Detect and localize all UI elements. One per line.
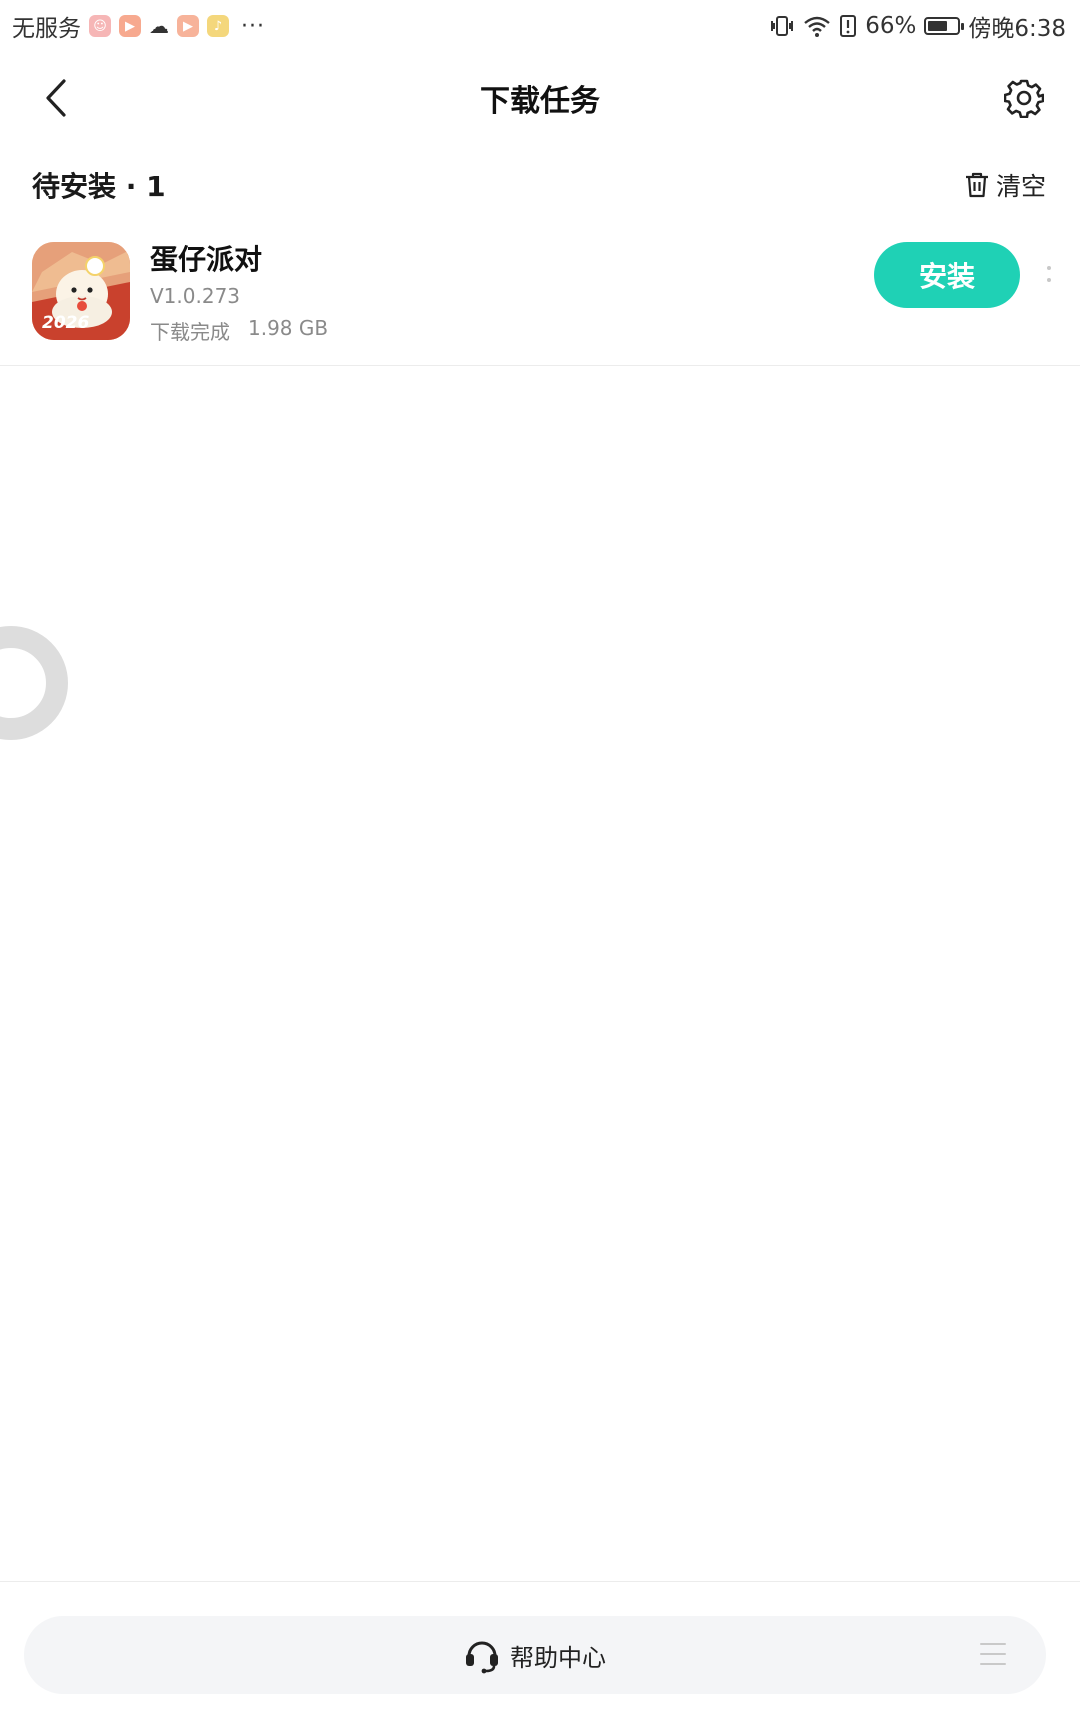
music-app-icon: ♪ (207, 15, 229, 37)
app-notification-icon: ☺ (89, 15, 111, 37)
carrier-label: 无服务 (12, 16, 81, 42)
clear-all-button[interactable]: 清空 (964, 167, 1046, 203)
list-item[interactable]: 2026 蛋仔派对 V1.0.273 下载完成 1.98 GB 安装 (0, 226, 1080, 366)
gear-icon (1004, 79, 1044, 118)
app-version: V1.0.273 (150, 284, 241, 308)
app-meta: 下载完成 1.98 GB (150, 316, 328, 345)
sim-alert-icon (840, 15, 857, 37)
battery-icon (924, 17, 965, 35)
battery-percent: 66% (865, 13, 917, 39)
section-title: 待安装 · 1 (32, 170, 166, 203)
headset-icon (466, 1641, 498, 1674)
vibrate-icon (771, 16, 794, 36)
status-bar: 无服务 ☺ ▶ ☁ ▶ ♪ ··· 66% 傍晚6:38 (0, 0, 1080, 52)
clock: 傍晚6:38 (968, 16, 1066, 42)
install-button[interactable]: 安装 (874, 242, 1020, 308)
download-status: 下载完成 (150, 320, 230, 344)
more-options-button[interactable] (1038, 252, 1060, 296)
dot (1047, 266, 1051, 270)
status-bar-right: 66% 傍晚6:38 (769, 9, 1066, 43)
help-center-label: 帮助中心 (510, 1643, 606, 1672)
pending-install-section-header: 待安装 · 1 清空 (0, 150, 1080, 220)
chevron-left-icon (46, 79, 66, 117)
divider (0, 1581, 1080, 1582)
help-center-button[interactable]: 帮助中心 (24, 1616, 1046, 1694)
app-info: 蛋仔派对 V1.0.273 下载完成 1.98 GB (150, 242, 328, 345)
clear-label: 清空 (995, 172, 1046, 201)
app-name: 蛋仔派对 (150, 243, 263, 276)
trash-icon (965, 172, 988, 198)
floating-assistant-ball[interactable] (0, 626, 68, 740)
cloud-icon: ☁ (149, 14, 169, 38)
app-icon: 2026 (32, 242, 130, 340)
download-tasks-page: 无服务 ☺ ▶ ☁ ▶ ♪ ··· 66% 傍晚6:38 下载任务 待安装 · … (0, 0, 1080, 1728)
page-title: 下载任务 (480, 84, 600, 119)
more-notifications-icon: ··· (241, 13, 265, 39)
video-app-icon: ▶ (177, 15, 199, 37)
video-app-icon: ▶ (119, 15, 141, 37)
file-size: 1.98 GB (248, 316, 329, 340)
app-icon-text: 2026 (42, 313, 89, 333)
dot (1047, 278, 1051, 282)
top-app-bar: 下载任务 (0, 56, 1080, 140)
settings-button[interactable] (998, 72, 1050, 124)
back-button[interactable] (30, 72, 82, 124)
status-bar-left: 无服务 ☺ ▶ ☁ ▶ ♪ ··· (12, 9, 265, 43)
menu-icon[interactable] (980, 1643, 1006, 1665)
wifi-icon (804, 16, 830, 37)
